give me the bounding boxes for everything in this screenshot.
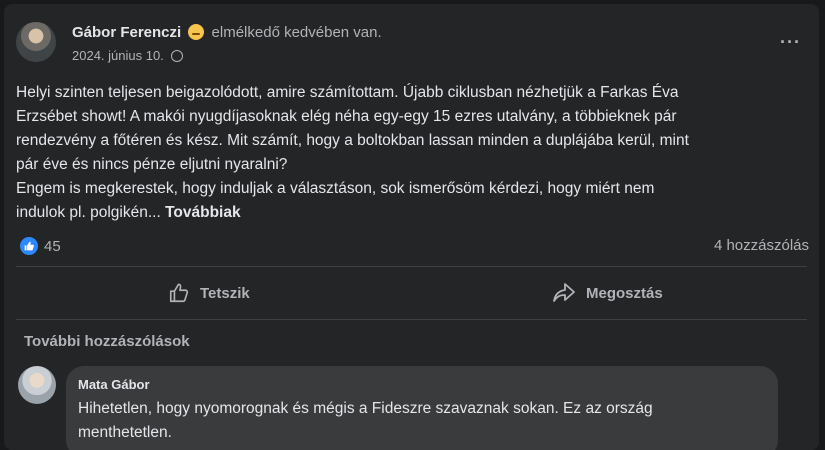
commenter-avatar[interactable] [18, 366, 56, 404]
like-label: Tetszik [200, 284, 250, 302]
author-avatar[interactable] [16, 22, 56, 62]
commenter-name[interactable]: Mata Gábor [78, 377, 150, 392]
share-button[interactable]: Megosztás [552, 282, 663, 304]
post-date[interactable]: 2024. június 10. [72, 48, 164, 63]
more-comments-link[interactable]: További hozzászólások [24, 333, 190, 350]
post-header: Gábor Ferenczi elmélkedő kedvében van. [72, 24, 382, 41]
comment-text-line: menthetetlen. [78, 424, 172, 441]
share-arrow-icon [553, 283, 575, 302]
comment-text: Hihetetlen, hogy nyomorognak és mégis a … [78, 397, 768, 445]
post-text-last-line: indulok pl. polgikén... Továbbiak [16, 201, 806, 225]
pensive-face-icon [188, 24, 205, 40]
post-card: Gábor Ferenczi elmélkedő kedvében van. 2… [4, 4, 819, 450]
like-button[interactable]: Tetszik [168, 282, 250, 304]
post-text-line: Erzsébet showt! A makói nyugdíjasoknak e… [16, 108, 677, 125]
post-meta: 2024. június 10. [72, 48, 184, 63]
reaction-summary[interactable]: 45 [20, 237, 61, 255]
divider [16, 319, 807, 320]
author-name[interactable]: Gábor Ferenczi [72, 24, 181, 41]
post-text-line: Engem is megkerestek, hogy induljak a vá… [16, 180, 655, 197]
post-text-line: pár éve és nincs pénze eljutni nyaralni? [16, 156, 288, 173]
comment-bubble: Mata Gábor Hihetetlen, hogy nyomorognak … [66, 366, 778, 450]
see-more-link[interactable]: Továbbiak [165, 204, 241, 221]
thumbs-up-icon [169, 283, 189, 303]
comment-text-line: Hihetetlen, hogy nyomorognak és mégis a … [78, 400, 653, 417]
like-reaction-icon [20, 237, 38, 255]
comments-count-link[interactable]: 4 hozzászólás [714, 237, 809, 254]
globe-icon [171, 50, 184, 62]
divider [16, 266, 807, 267]
reaction-count: 45 [44, 237, 61, 255]
post-body: Helyi szinten teljesen beigazolódott, am… [16, 81, 806, 225]
post-text-line: indulok pl. polgikén... [16, 204, 166, 221]
post-text-line: Helyi szinten teljesen beigazolódott, am… [16, 84, 679, 101]
share-label: Megosztás [586, 284, 663, 302]
feeling-text: elmélkedő kedvében van. [211, 24, 382, 41]
post-text-line: rendezvény a főtéren és kész. Mit számít… [16, 132, 689, 149]
more-options-button[interactable]: ··· [780, 32, 801, 53]
